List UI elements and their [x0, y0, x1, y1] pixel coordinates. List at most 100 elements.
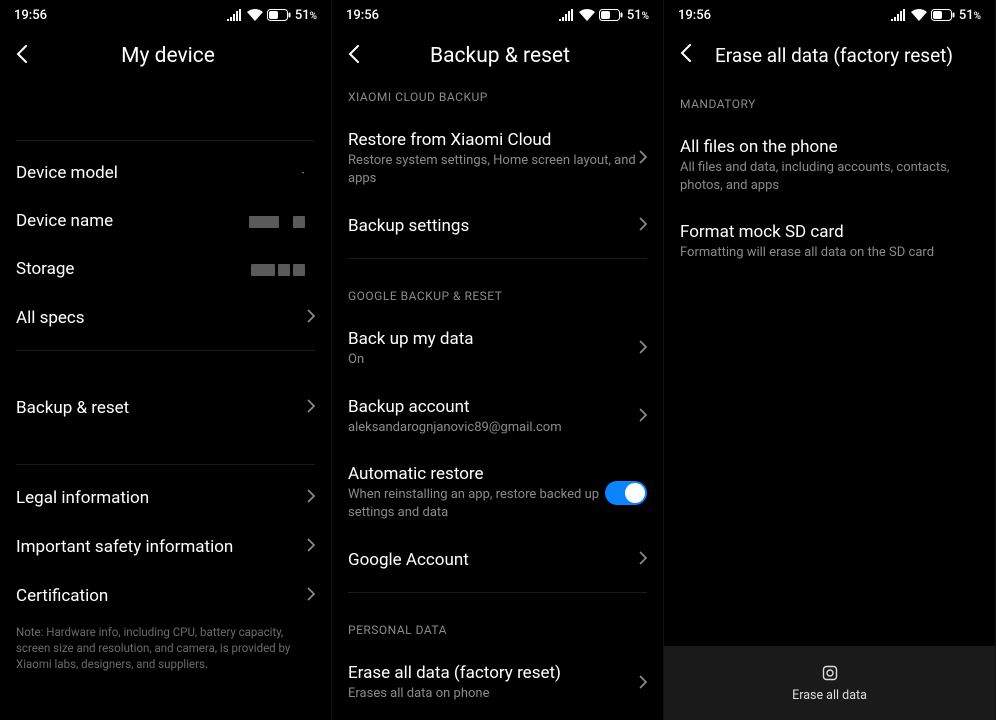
- chevron-right-icon: [307, 397, 315, 418]
- label: Back up my data: [348, 329, 639, 349]
- status-time: 19:56: [14, 8, 47, 23]
- status-right: 51%: [559, 8, 649, 23]
- label: Legal information: [16, 488, 307, 508]
- wifi-icon: [579, 9, 595, 21]
- chevron-right-icon: [639, 549, 647, 570]
- subtitle: On: [348, 351, 639, 369]
- divider: [16, 350, 315, 351]
- status-right: 51%: [891, 8, 981, 23]
- chevron-right-icon: [307, 536, 315, 557]
- item-storage[interactable]: Storage: [0, 245, 331, 293]
- item-legal[interactable]: Legal information: [0, 473, 331, 522]
- label: Format mock SD card: [680, 222, 979, 242]
- label: Device model: [16, 163, 301, 183]
- section-google-backup: GOOGLE BACKUP & RESET: [332, 267, 663, 315]
- subtitle: All files and data, including accounts, …: [680, 159, 979, 194]
- erase-all-data-button[interactable]: Erase all data: [664, 646, 995, 720]
- button-label: Erase all data: [792, 688, 867, 703]
- divider: [16, 140, 315, 141]
- status-bar: 19:56 51%: [332, 0, 663, 30]
- signal-icon: [891, 9, 907, 21]
- chevron-right-icon: [639, 338, 647, 359]
- screen-backup-reset: 19:56 51% Backup & reset XIAOMI CLOUD BA…: [332, 0, 664, 720]
- chevron-right-icon: [307, 487, 315, 508]
- label: All files on the phone: [680, 137, 979, 157]
- battery-pct: 51%: [627, 8, 649, 23]
- battery-pct: 51%: [295, 8, 317, 23]
- battery-icon: [931, 9, 955, 21]
- signal-icon: [227, 9, 243, 21]
- erase-icon: [820, 663, 840, 683]
- label: All specs: [16, 308, 307, 328]
- subtitle: Restore system settings, Home screen lay…: [348, 152, 639, 187]
- item-all-files[interactable]: All files on the phone All files and dat…: [664, 123, 995, 208]
- label: Backup settings: [348, 216, 639, 236]
- item-erase-all-data[interactable]: Erase all data (factory reset) Erases al…: [332, 649, 663, 707]
- chevron-right-icon: [639, 673, 647, 694]
- content: XIAOMI CLOUD BACKUP Restore from Xiaomi …: [332, 84, 663, 720]
- item-backup-account[interactable]: Backup account aleksandarognjanovic89@gm…: [332, 383, 663, 451]
- divider: [348, 592, 647, 593]
- signal-icon: [559, 9, 575, 21]
- chevron-right-icon: [639, 406, 647, 427]
- page-title: My device: [21, 44, 315, 68]
- label: Backup account: [348, 397, 639, 417]
- section-xiaomi-cloud: XIAOMI CLOUD BACKUP: [332, 84, 663, 116]
- item-cert[interactable]: Certification: [0, 571, 331, 620]
- value-redacted: [246, 212, 305, 230]
- subtitle: Erases all data on phone: [348, 685, 639, 703]
- label: Storage: [16, 259, 248, 279]
- item-all-specs[interactable]: All specs: [0, 293, 331, 342]
- label: Erase all data (factory reset): [348, 663, 639, 683]
- section-personal-data: PERSONAL DATA: [332, 601, 663, 649]
- subtitle: aleksandarognjanovic89@gmail.com: [348, 419, 639, 437]
- screen-erase-all-data: 19:56 51% Erase all data (factory reset)…: [664, 0, 996, 720]
- value-redacted: ·: [301, 164, 305, 182]
- status-bar: 19:56 51%: [0, 0, 331, 30]
- label: Backup & reset: [16, 398, 307, 418]
- section-mandatory: MANDATORY: [664, 83, 995, 123]
- page-title: Erase all data (factory reset): [715, 44, 979, 67]
- header: My device: [0, 30, 331, 84]
- item-backup-reset[interactable]: Backup & reset: [0, 383, 331, 432]
- item-format-sd[interactable]: Format mock SD card Formatting will eras…: [664, 208, 995, 276]
- item-backup-my-data[interactable]: Back up my data On: [332, 315, 663, 383]
- divider: [348, 258, 647, 259]
- item-device-model[interactable]: Device model ·: [0, 149, 331, 197]
- label: Google Account: [348, 550, 639, 570]
- item-automatic-restore[interactable]: Automatic restore When reinstalling an a…: [332, 450, 663, 535]
- status-time: 19:56: [678, 8, 711, 23]
- item-backup-settings[interactable]: Backup settings: [332, 201, 663, 250]
- screen-my-device: 19:56 51% My device Device model ·: [0, 0, 332, 720]
- chevron-right-icon: [639, 148, 647, 169]
- battery-pct: 51%: [959, 8, 981, 23]
- item-google-account[interactable]: Google Account: [332, 535, 663, 584]
- subtitle: When reinstalling an app, restore backed…: [348, 486, 605, 521]
- wifi-icon: [247, 9, 263, 21]
- item-device-name[interactable]: Device name: [0, 197, 331, 245]
- chevron-right-icon: [307, 307, 315, 328]
- label: Important safety information: [16, 537, 307, 557]
- content: Device model · Device name Storage All s…: [0, 84, 331, 720]
- status-right: 51%: [227, 8, 317, 23]
- label: Certification: [16, 586, 307, 606]
- subtitle: Formatting will erase all data on the SD…: [680, 244, 979, 262]
- chevron-right-icon: [639, 215, 647, 236]
- back-icon[interactable]: [680, 44, 691, 67]
- status-time: 19:56: [346, 8, 379, 23]
- status-bar: 19:56 51%: [664, 0, 995, 30]
- chevron-right-icon: [307, 585, 315, 606]
- label: Device name: [16, 211, 246, 231]
- header: Erase all data (factory reset): [664, 30, 995, 83]
- page-title: Backup & reset: [353, 44, 647, 68]
- value-redacted: [248, 260, 305, 278]
- item-safety[interactable]: Important safety information: [0, 522, 331, 571]
- footer-note: Note: Hardware info, including CPU, batt…: [0, 620, 331, 682]
- header: Backup & reset: [332, 30, 663, 84]
- toggle-auto-restore[interactable]: [605, 481, 647, 505]
- battery-icon: [599, 9, 623, 21]
- label: Automatic restore: [348, 464, 605, 484]
- item-restore-xiaomi-cloud[interactable]: Restore from Xiaomi Cloud Restore system…: [332, 116, 663, 201]
- battery-icon: [267, 9, 291, 21]
- wifi-icon: [911, 9, 927, 21]
